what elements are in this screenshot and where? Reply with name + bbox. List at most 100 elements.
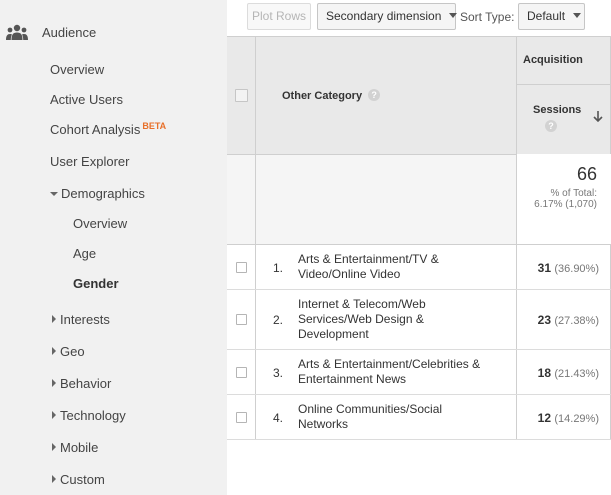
table-row[interactable]: 4. Online Communities/Social Networks 12 … <box>227 395 611 439</box>
sidebar-item-label: Interests <box>60 312 110 327</box>
sort-type-dropdown[interactable]: Default <box>518 3 585 30</box>
sidebar-item-mobile[interactable]: Mobile <box>52 440 98 455</box>
sidebar-item-overview[interactable]: Overview <box>50 62 104 77</box>
row-sessions: 12 (14.29%) <box>538 411 599 425</box>
sidebar-section-audience[interactable]: Audience <box>0 18 227 48</box>
sort-type-label: Sort Type: <box>460 10 515 24</box>
sidebar-item-label: Technology <box>60 408 126 423</box>
row-category[interactable]: Arts & Entertainment/TV & Video/Online Vi… <box>298 252 503 282</box>
sidebar-item-geo[interactable]: Geo <box>52 344 85 359</box>
row-category-line: Arts & Entertainment/Celebrities & <box>298 357 481 371</box>
row-sessions: 23 (27.38%) <box>538 313 599 327</box>
help-icon[interactable]: ? <box>368 89 381 101</box>
row-checkbox[interactable] <box>236 314 247 325</box>
caret-right-icon <box>52 411 56 419</box>
sidebar-item-demographics-overview[interactable]: Overview <box>73 216 127 231</box>
beta-badge: BETA <box>142 121 167 131</box>
caret-right-icon <box>52 347 56 355</box>
sidebar-item-label: Overview <box>50 62 105 77</box>
row-category[interactable]: Online Communities/Social Networks <box>298 402 503 432</box>
row-sessions-value: 31 <box>537 261 552 275</box>
sidebar-item-label: Cohort Analysis <box>50 122 141 137</box>
table-row[interactable]: 2. Internet & Telecom/Web Services/Web De… <box>227 290 611 349</box>
sidebar-item-age[interactable]: Age <box>73 246 96 261</box>
sort-descending-icon[interactable] <box>593 111 603 123</box>
divider <box>516 154 517 244</box>
table-row[interactable]: 3. Arts & Entertainment/Celebrities & Ent… <box>227 350 611 394</box>
total-percentage: % of Total: 6.17% (1,070) <box>534 188 597 210</box>
row-checkbox[interactable] <box>236 367 247 378</box>
sidebar-item-label: Behavior <box>60 376 112 391</box>
dimension-header-label: Other Category <box>282 90 363 102</box>
row-category[interactable]: Arts & Entertainment/Celebrities & Entert… <box>298 357 503 387</box>
total-pct-label: % of Total: <box>550 188 597 199</box>
divider <box>227 439 611 440</box>
sidebar-item-label: Mobile <box>60 440 99 455</box>
row-category-line: Networks <box>298 417 349 431</box>
people-icon <box>6 24 28 40</box>
sidebar-item-interests[interactable]: Interests <box>52 312 110 327</box>
sidebar-item-label: Age <box>73 246 97 261</box>
sidebar-item-label: Custom <box>60 472 105 487</box>
row-checkbox[interactable] <box>236 412 247 423</box>
toolbar: Plot Rows Secondary dimension Sort Type:… <box>227 0 611 36</box>
row-sessions-pct: (27.38%) <box>554 315 599 327</box>
row-number: 2. <box>273 313 284 327</box>
total-pct-value: 6.17% (1,070) <box>534 199 597 210</box>
row-sessions-pct: (14.29%) <box>554 413 599 425</box>
row-category-line: Entertainment News <box>298 372 407 386</box>
row-number: 3. <box>273 366 284 380</box>
plot-rows-button[interactable]: Plot Rows <box>247 3 311 30</box>
row-category-line: Video/Online Video <box>298 267 401 281</box>
sidebar-item-technology[interactable]: Technology <box>52 408 126 423</box>
sidebar-item-label: Gender <box>73 276 119 291</box>
row-number: 1. <box>273 261 284 275</box>
row-category-line: Arts & Entertainment/TV & <box>298 252 439 266</box>
caret-right-icon <box>52 315 56 323</box>
dimension-header[interactable]: Other Category? <box>282 89 381 102</box>
sidebar-item-custom[interactable]: Custom <box>52 472 105 487</box>
plot-rows-label: Plot Rows <box>251 9 307 23</box>
row-category-line: Online Communities/Social <box>298 402 443 416</box>
sidebar-item-behavior[interactable]: Behavior <box>52 376 111 391</box>
sidebar-item-cohort-analysis[interactable]: Cohort Analysis BETA <box>50 121 167 137</box>
row-sessions: 18 (21.43%) <box>538 366 599 380</box>
help-icon[interactable]: ? <box>545 120 557 132</box>
row-sessions-value: 12 <box>537 411 552 425</box>
secondary-dimension-dropdown[interactable]: Secondary dimension <box>317 3 458 30</box>
sidebar-item-demographics[interactable]: Demographics <box>50 186 145 201</box>
row-sessions-pct: (36.90%) <box>554 263 599 275</box>
select-all-checkbox[interactable] <box>235 89 248 102</box>
sidebar-item-label: Geo <box>60 344 85 359</box>
sidebar-item-gender[interactable]: Gender <box>73 276 119 291</box>
sidebar-section-label: Audience <box>42 25 97 40</box>
caret-right-icon <box>52 379 56 387</box>
divider <box>227 36 611 37</box>
sessions-header[interactable]: Sessions <box>533 104 581 116</box>
divider <box>255 154 256 244</box>
chevron-down-icon <box>449 13 458 18</box>
secondary-dimension-label: Secondary dimension <box>326 9 442 23</box>
sort-type-value: Default <box>527 9 566 23</box>
row-category-line: Development <box>298 327 369 341</box>
sidebar-item-label: Overview <box>73 216 128 231</box>
table-row[interactable]: 1. Arts & Entertainment/TV & Video/Online… <box>227 245 611 289</box>
sidebar-item-active-users[interactable]: Active Users <box>50 92 123 107</box>
row-category[interactable]: Internet & Telecom/Web Services/Web Desig… <box>298 297 503 342</box>
caret-right-icon <box>52 443 56 451</box>
caret-down-icon <box>50 192 58 196</box>
row-category-line: Services/Web Design & <box>298 312 424 326</box>
sidebar: Audience Overview Active Users Cohort An… <box>0 0 227 495</box>
row-checkbox[interactable] <box>236 262 247 273</box>
caret-right-icon <box>52 475 56 483</box>
acquisition-group-header: Acquisition <box>523 54 583 66</box>
sidebar-item-user-explorer[interactable]: User Explorer <box>50 154 129 169</box>
chevron-down-icon <box>573 13 582 18</box>
sidebar-item-label: Demographics <box>61 186 145 201</box>
row-sessions: 31 (36.90%) <box>538 261 599 275</box>
row-sessions-pct: (21.43%) <box>554 368 599 380</box>
row-sessions-value: 23 <box>537 313 552 327</box>
row-category-line: Internet & Telecom/Web <box>298 297 426 311</box>
divider <box>516 84 611 85</box>
sidebar-item-label: User Explorer <box>50 154 130 169</box>
